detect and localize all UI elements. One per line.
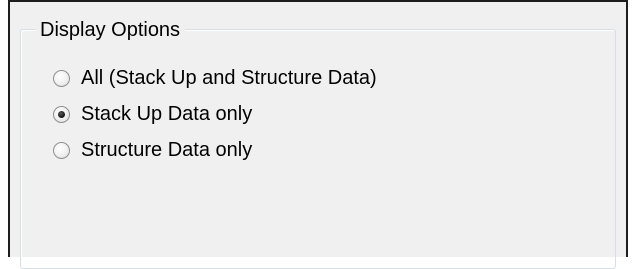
options-panel: Display Options All (Stack Up and Struct… (8, 0, 628, 269)
radio-stack-up-data-only[interactable]: Stack Up Data only (53, 99, 252, 129)
display-options-title: Display Options (36, 18, 186, 42)
radio-stack-up-data-only-label[interactable]: Stack Up Data only (81, 103, 252, 126)
radio-all-data[interactable]: All (Stack Up and Structure Data) (53, 63, 377, 93)
radio-button-icon[interactable] (53, 69, 70, 87)
radio-button-icon[interactable] (53, 141, 70, 159)
radio-button-icon[interactable] (53, 105, 70, 123)
radio-structure-data-only-label[interactable]: Structure Data only (81, 139, 252, 162)
radio-all-data-label[interactable]: All (Stack Up and Structure Data) (81, 67, 377, 90)
radio-structure-data-only[interactable]: Structure Data only (53, 135, 252, 165)
